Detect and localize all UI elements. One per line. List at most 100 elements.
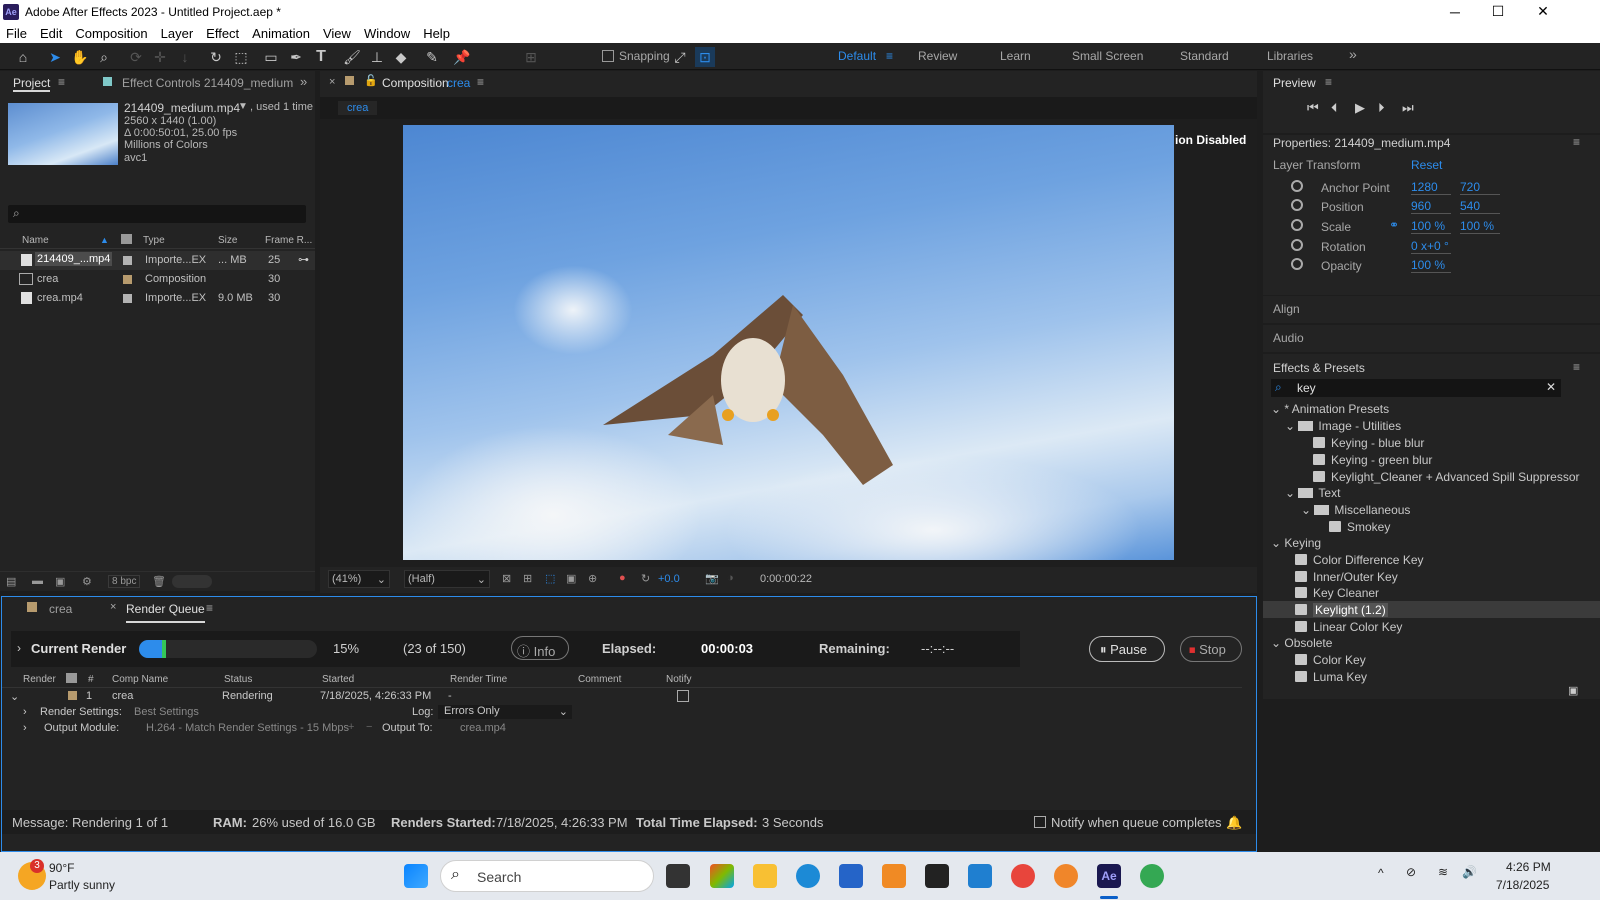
menu-effect[interactable]: Effect: [206, 26, 239, 41]
flowchart-icon[interactable]: ⊶: [298, 253, 309, 266]
store-icon[interactable]: [839, 864, 863, 888]
effect-luma-key[interactable]: Luma Key: [1295, 670, 1367, 684]
blender-icon[interactable]: [1054, 864, 1078, 888]
file-explorer-icon[interactable]: [753, 864, 777, 888]
project-item-row[interactable]: crea Composition 30: [0, 270, 315, 289]
taskbar-search-box[interactable]: ⌕ Search: [440, 860, 654, 892]
guides-icon[interactable]: ⊕: [588, 572, 597, 585]
notification-bell-icon[interactable]: 🔔: [1226, 815, 1242, 831]
chevron-right-icon[interactable]: ›: [23, 706, 27, 718]
axis-icon[interactable]: ⊞: [521, 47, 541, 67]
clear-search-icon[interactable]: ✕: [1546, 380, 1556, 394]
chevron-up-icon[interactable]: ^: [1378, 866, 1384, 880]
log-dropdown[interactable]: Errors Only ⌄: [438, 705, 572, 719]
reset-exposure-icon[interactable]: ↻: [641, 572, 650, 585]
thumbnail-size-slider[interactable]: [172, 575, 212, 588]
dolly-tool-icon[interactable]: ↓: [175, 47, 195, 67]
snapshot-icon[interactable]: 📷: [705, 572, 719, 585]
snapping-checkbox[interactable]: [602, 50, 614, 62]
comp-subtab[interactable]: crea: [338, 101, 378, 115]
menu-composition[interactable]: Composition: [75, 26, 147, 41]
col-status[interactable]: Status: [224, 674, 252, 685]
tab-project[interactable]: Project: [13, 76, 51, 92]
preset-smokey[interactable]: Smokey: [1329, 520, 1390, 534]
roto-brush-tool-icon[interactable]: ✎: [422, 47, 442, 67]
col-render[interactable]: Render: [23, 674, 56, 685]
notify-checkbox[interactable]: [677, 690, 689, 702]
pause-button[interactable]: ⏸ Pause: [1089, 636, 1165, 662]
effect-keylight[interactable]: Keylight (1.2): [1295, 603, 1388, 617]
snap-options-icon[interactable]: ⤢: [670, 47, 690, 67]
close-tab-icon[interactable]: ×: [329, 76, 335, 88]
tree-image-utilities[interactable]: ⌄ Image - Utilities: [1285, 419, 1401, 433]
workspace-standard[interactable]: Standard: [1180, 49, 1229, 63]
new-folder-icon[interactable]: ▬: [32, 575, 43, 587]
panel-menu-icon[interactable]: ≡: [1573, 360, 1580, 374]
orbit-tool-icon[interactable]: ⟳: [126, 47, 146, 67]
col-render-time[interactable]: Render Time: [450, 674, 507, 685]
project-settings-icon[interactable]: ⚙: [82, 575, 92, 588]
panel-menu-icon[interactable]: ≡: [58, 75, 65, 89]
workspace-libraries[interactable]: Libraries: [1267, 49, 1313, 63]
chrome-icon[interactable]: [1011, 864, 1035, 888]
workspace-overflow-icon[interactable]: »: [1349, 46, 1357, 62]
stopwatch-icon[interactable]: [1291, 258, 1303, 270]
panel-menu-icon[interactable]: ≡: [1573, 135, 1580, 149]
col-comment[interactable]: Comment: [578, 674, 621, 685]
rectangle-tool-icon[interactable]: ▭: [261, 47, 281, 67]
panel-overflow-icon[interactable]: »: [300, 74, 307, 89]
tab-composition[interactable]: Composition: [382, 76, 449, 90]
info-button[interactable]: ⓘ Info: [511, 636, 569, 660]
brush-tool-icon[interactable]: 🖌: [342, 47, 362, 67]
mask-visibility-icon[interactable]: ⬚: [545, 572, 555, 585]
effect-color-difference-key[interactable]: Color Difference Key: [1295, 553, 1424, 567]
col-type[interactable]: Type: [143, 235, 165, 246]
effect-key-cleaner[interactable]: Key Cleaner: [1295, 586, 1379, 600]
project-item-row[interactable]: crea.mp4 Importe...EX 9.0 MB 30: [0, 289, 315, 308]
audio-panel[interactable]: Audio: [1263, 325, 1600, 352]
close-tab-icon[interactable]: ×: [110, 601, 116, 613]
copilot-icon[interactable]: [710, 864, 734, 888]
windows-start-icon[interactable]: [404, 864, 428, 888]
channels-icon[interactable]: ●: [619, 572, 626, 584]
menu-animation[interactable]: Animation: [252, 26, 310, 41]
menu-edit[interactable]: Edit: [40, 26, 62, 41]
exposure-value[interactable]: +0.0: [658, 573, 680, 585]
zoom-tool-icon[interactable]: ⌕: [94, 47, 114, 67]
stopwatch-icon[interactable]: [1291, 219, 1303, 231]
hand-tool-icon[interactable]: ✋: [70, 47, 90, 67]
current-time[interactable]: 0:00:00:22: [760, 573, 812, 585]
preset-keying-green-blur[interactable]: Keying - green blur: [1313, 453, 1432, 467]
preset-keying-blue-blur[interactable]: Keying - blue blur: [1313, 436, 1424, 450]
pan-behind-tool-icon[interactable]: ⬚: [231, 47, 251, 67]
render-item-row[interactable]: ⌄ 1 crea Rendering 7/18/2025, 4:26:33 PM…: [2, 689, 1242, 705]
task-view-icon[interactable]: [666, 864, 690, 888]
app-orange-icon[interactable]: [882, 864, 906, 888]
label-icon[interactable]: [66, 673, 77, 683]
panel-menu-icon[interactable]: ≡: [1325, 75, 1332, 89]
network-off-icon[interactable]: ⊘: [1406, 865, 1416, 879]
clone-stamp-tool-icon[interactable]: ⊥: [367, 47, 387, 67]
col-comp-name[interactable]: Comp Name: [112, 674, 168, 685]
label-icon[interactable]: [121, 234, 132, 244]
home-icon[interactable]: ⌂: [13, 47, 33, 67]
col-started[interactable]: Started: [322, 674, 354, 685]
tab-render-queue[interactable]: Render Queue: [126, 602, 205, 623]
output-to-value[interactable]: crea.mp4: [460, 722, 506, 734]
menu-view[interactable]: View: [323, 26, 351, 41]
workspace-default[interactable]: Default: [838, 49, 876, 63]
project-search-input[interactable]: ⌕: [8, 205, 306, 223]
menu-file[interactable]: File: [6, 26, 27, 41]
resolution-dropdown[interactable]: (Half) ⌄: [404, 570, 490, 588]
new-preset-icon[interactable]: ▣: [1568, 684, 1578, 697]
tree-obsolete[interactable]: ⌄ Obsolete: [1271, 636, 1332, 650]
render-settings-value[interactable]: Best Settings: [134, 706, 199, 718]
col-size[interactable]: Size: [218, 235, 237, 246]
stopwatch-icon[interactable]: [1291, 239, 1303, 251]
tree-text[interactable]: ⌄ Text: [1285, 486, 1340, 500]
align-panel[interactable]: Align: [1263, 296, 1600, 323]
bit-depth-button[interactable]: 8 bpc: [108, 575, 141, 588]
workspace-learn[interactable]: Learn: [1000, 49, 1031, 63]
preset-keylight-cleaner[interactable]: Keylight_Cleaner + Advanced Spill Suppre…: [1313, 470, 1579, 484]
workspace-small-screen[interactable]: Small Screen: [1072, 49, 1143, 63]
